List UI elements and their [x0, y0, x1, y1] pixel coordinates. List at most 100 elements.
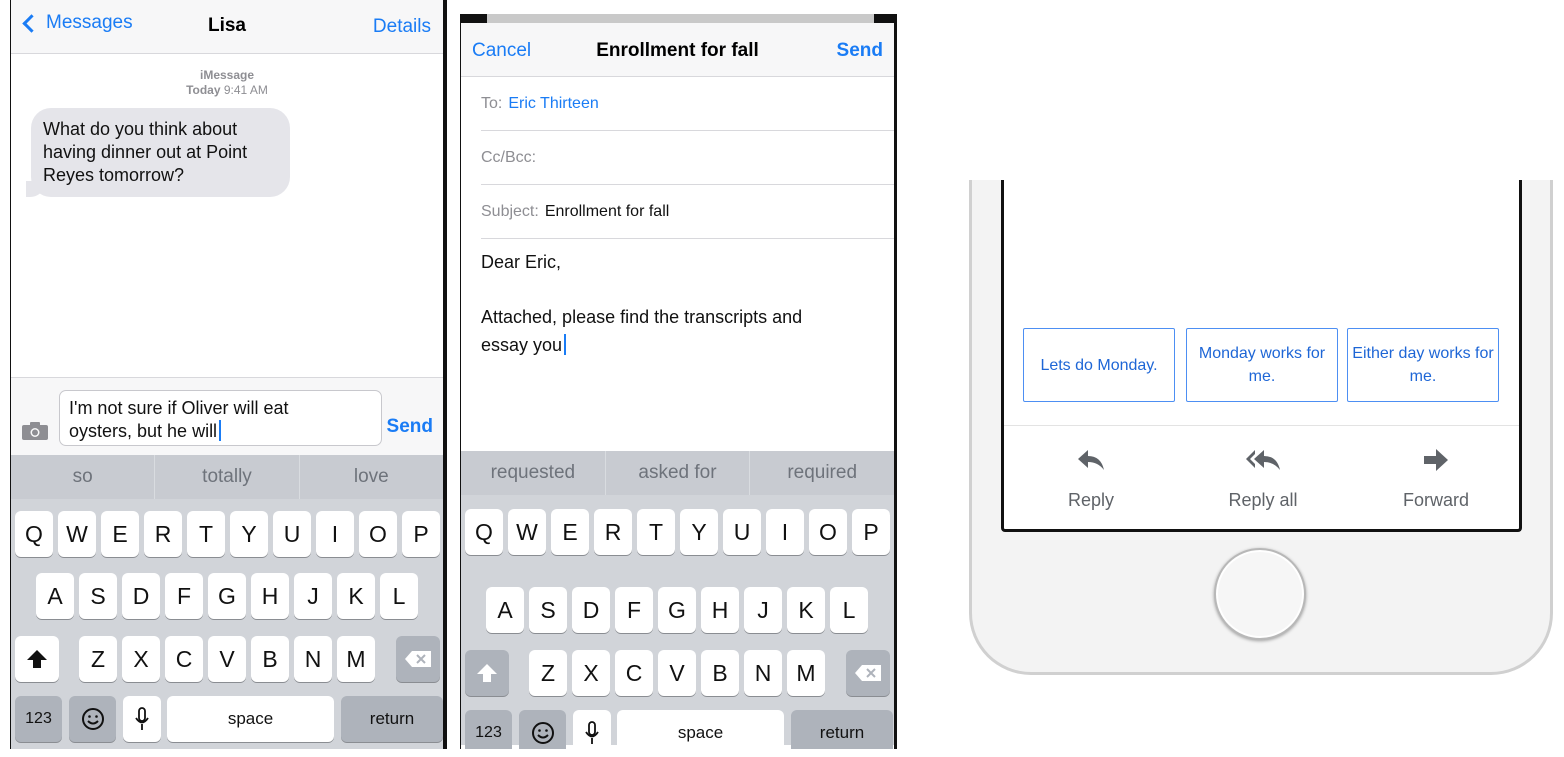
key-w[interactable]: W: [58, 511, 96, 557]
key-x[interactable]: X: [122, 636, 160, 682]
to-field[interactable]: To: Eric Thirteen: [481, 77, 894, 131]
key-u[interactable]: U: [273, 511, 311, 557]
key-s[interactable]: S: [529, 587, 567, 633]
smart-reply-chip-3[interactable]: Either day works for me.: [1347, 328, 1499, 402]
key-f[interactable]: F: [615, 587, 653, 633]
suggestion-asked-for[interactable]: asked for: [604, 451, 750, 495]
recipient-token[interactable]: Eric Thirteen: [508, 95, 598, 112]
suggestion-required[interactable]: required: [749, 451, 894, 495]
return-key[interactable]: return: [341, 696, 443, 742]
forward-label: Forward: [1402, 490, 1469, 510]
key-a[interactable]: A: [36, 573, 74, 619]
key-s[interactable]: S: [79, 573, 117, 619]
key-m[interactable]: M: [337, 636, 375, 682]
key-i[interactable]: I: [316, 511, 354, 557]
key-z[interactable]: Z: [79, 636, 117, 682]
message-input[interactable]: I'm not sure if Oliver will eat oysters,…: [59, 390, 382, 446]
key-b[interactable]: B: [701, 650, 739, 696]
suggestion-requested[interactable]: requested: [461, 451, 605, 495]
backspace-key[interactable]: [396, 636, 440, 682]
key-m[interactable]: M: [787, 650, 825, 696]
key-b[interactable]: B: [251, 636, 289, 682]
key-k[interactable]: K: [787, 587, 825, 633]
key-y[interactable]: Y: [680, 509, 718, 555]
smart-reply-chip-2[interactable]: Monday works for me.: [1186, 328, 1338, 402]
emoji-key[interactable]: [69, 696, 116, 742]
key-w[interactable]: W: [508, 509, 546, 555]
forward-action[interactable]: Forward: [1366, 446, 1506, 511]
key-c[interactable]: C: [615, 650, 653, 696]
key-t[interactable]: T: [637, 509, 675, 555]
key-n[interactable]: N: [294, 636, 332, 682]
send-mail-button[interactable]: Send: [837, 40, 883, 62]
key-r[interactable]: R: [144, 511, 182, 557]
key-d[interactable]: D: [122, 573, 160, 619]
dictation-key[interactable]: [123, 696, 161, 742]
space-key[interactable]: space: [167, 696, 334, 742]
shift-key[interactable]: [465, 650, 509, 696]
key-z[interactable]: Z: [529, 650, 567, 696]
key-p[interactable]: P: [852, 509, 890, 555]
key-k[interactable]: K: [337, 573, 375, 619]
reply-all-icon: [1246, 450, 1280, 470]
cc-bcc-label: Cc/Bcc:: [481, 149, 537, 166]
key-r[interactable]: R: [594, 509, 632, 555]
suggestion-love[interactable]: love: [298, 455, 443, 499]
emoji-key[interactable]: [519, 710, 566, 749]
key-l[interactable]: L: [830, 587, 868, 633]
key-o[interactable]: O: [359, 511, 397, 557]
key-e[interactable]: E: [101, 511, 139, 557]
key-e[interactable]: E: [551, 509, 589, 555]
key-l[interactable]: L: [380, 573, 418, 619]
subject-field[interactable]: Subject: Enrollment for fall: [481, 185, 894, 239]
numbers-key[interactable]: 123: [465, 710, 512, 749]
key-q[interactable]: Q: [15, 511, 53, 557]
key-a[interactable]: A: [486, 587, 524, 633]
backspace-key[interactable]: [846, 650, 890, 696]
key-x[interactable]: X: [572, 650, 610, 696]
return-key[interactable]: return: [791, 710, 893, 749]
suggestion-totally[interactable]: totally: [154, 455, 298, 499]
key-v[interactable]: V: [208, 636, 246, 682]
key-n[interactable]: N: [744, 650, 782, 696]
predictive-bar: so totally love: [11, 455, 443, 499]
dictation-key[interactable]: [573, 710, 611, 749]
key-p[interactable]: P: [402, 511, 440, 557]
reply-action[interactable]: Reply: [1021, 446, 1161, 511]
key-y[interactable]: Y: [230, 511, 268, 557]
cc-bcc-field[interactable]: Cc/Bcc:: [481, 131, 894, 185]
mail-body-editor[interactable]: Dear Eric, Attached, please find the tra…: [481, 248, 874, 359]
details-button[interactable]: Details: [373, 16, 431, 38]
key-v[interactable]: V: [658, 650, 696, 696]
reply-all-action[interactable]: Reply all: [1193, 446, 1333, 511]
camera-icon[interactable]: [21, 421, 49, 441]
numbers-key[interactable]: 123: [15, 696, 62, 742]
space-key[interactable]: space: [617, 710, 784, 749]
key-g[interactable]: G: [208, 573, 246, 619]
messages-nav-bar: Messages Lisa Details: [11, 0, 443, 54]
key-h[interactable]: H: [701, 587, 739, 633]
key-f[interactable]: F: [165, 573, 203, 619]
key-o[interactable]: O: [809, 509, 847, 555]
message-timestamp: iMessage Today 9:41 AM: [11, 68, 443, 98]
backspace-icon: [405, 651, 431, 667]
smart-reply-chip-1[interactable]: Lets do Monday.: [1023, 328, 1175, 402]
key-j[interactable]: J: [744, 587, 782, 633]
key-c[interactable]: C: [165, 636, 203, 682]
suggestion-so[interactable]: so: [11, 455, 154, 499]
key-i[interactable]: I: [766, 509, 804, 555]
key-j[interactable]: J: [294, 573, 332, 619]
reply-all-label: Reply all: [1228, 490, 1298, 510]
key-g[interactable]: G: [658, 587, 696, 633]
key-u[interactable]: U: [723, 509, 761, 555]
home-button[interactable]: [1214, 548, 1306, 640]
key-t[interactable]: T: [187, 511, 225, 557]
key-d[interactable]: D: [572, 587, 610, 633]
key-q[interactable]: Q: [465, 509, 503, 555]
send-button[interactable]: Send: [387, 416, 433, 438]
shift-key[interactable]: [15, 636, 59, 682]
mail-nav-bar: Cancel Enrollment for fall Send: [461, 23, 894, 77]
day-label: Today: [186, 83, 221, 97]
key-h[interactable]: H: [251, 573, 289, 619]
incoming-message-bubble[interactable]: What do you think about having dinner ou…: [26, 108, 290, 197]
